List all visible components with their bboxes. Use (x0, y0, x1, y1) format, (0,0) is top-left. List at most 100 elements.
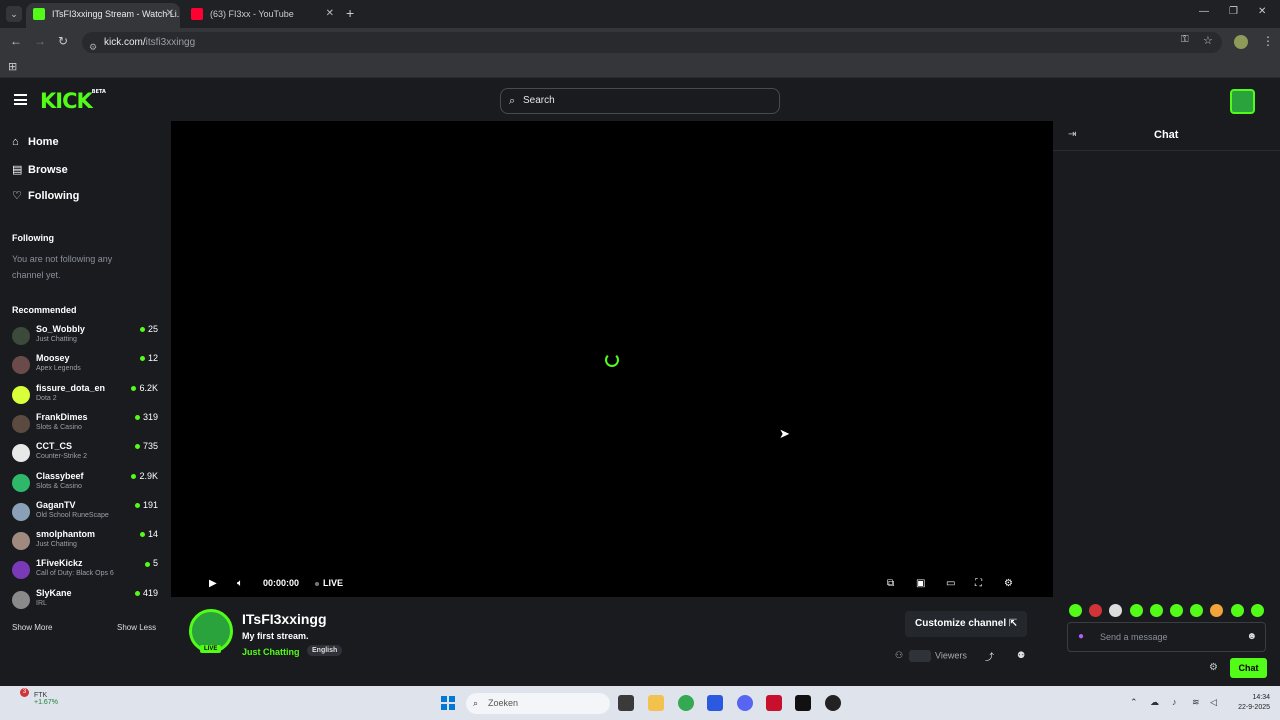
channel-avatar (12, 414, 30, 433)
browser-menu-icon[interactable]: ⋮ (1262, 34, 1274, 48)
app-icon[interactable] (707, 695, 723, 711)
recommended-channel[interactable]: smolphantom Just Chatting 14 (12, 529, 162, 555)
cloud-icon[interactable]: ☁ (1150, 697, 1159, 708)
forward-icon[interactable]: → (34, 34, 46, 48)
settings-gear-icon[interactable]: ⚙ (1004, 578, 1013, 589)
chat-message-input[interactable]: ● Send a message ☻ (1067, 622, 1266, 652)
sidebar-item-home[interactable]: ⌂ Home (12, 136, 59, 148)
sidebar-item-browse[interactable]: ▤ Browse (12, 163, 68, 176)
app-red-icon[interactable] (766, 695, 782, 711)
emote-icon[interactable] (1089, 604, 1103, 617)
channel-name[interactable]: ITsFI3xxingg (242, 611, 327, 627)
miniplayer-icon[interactable]: ⧉ (887, 578, 894, 589)
emote-icon[interactable] (1230, 604, 1244, 617)
video-player[interactable]: ➤ ▶ 🔈︎ 00:00:00 LIVE ⧉ ▣ ▭ ⛶ ⚙ (171, 121, 1053, 597)
microphone-tray-icon[interactable]: ♪ (1172, 697, 1177, 707)
profile-avatar[interactable] (1234, 35, 1248, 49)
chat-collapse-icon[interactable]: ⇥ (1068, 129, 1076, 140)
channel-avatar (12, 356, 30, 375)
recommended-channel[interactable]: GaganTV Old School RuneScape 191 (12, 500, 162, 526)
stream-category-link[interactable]: Just Chatting (242, 647, 300, 657)
wifi-icon[interactable]: ≋ (1192, 697, 1200, 708)
tab-close-icon[interactable]: ✕ (166, 3, 174, 25)
follow-user-icon[interactable]: ⚉ (1017, 650, 1025, 661)
recommended-channel[interactable]: 1FiveKickz Call of Duty: Black Ops 6 5 (12, 558, 162, 584)
customize-channel-button[interactable]: Customize channel ⇱ (905, 611, 1028, 637)
bookmark-star-icon[interactable]: ☆ (1203, 34, 1213, 47)
apps-grid-icon[interactable]: ⊞ (8, 60, 17, 73)
emote-icon[interactable] (1149, 604, 1163, 617)
tab-label: (63) FI3xx - YouTube (210, 9, 294, 19)
obs-icon[interactable] (825, 695, 841, 711)
share-icon[interactable]: ⤴ (985, 650, 994, 663)
emote-icon[interactable] (1190, 604, 1204, 617)
emote-icon[interactable] (1250, 604, 1264, 617)
external-link-icon: ⇱ (1008, 618, 1018, 629)
microphone-icon[interactable]: ● (1078, 623, 1084, 651)
back-icon[interactable]: ← (10, 34, 22, 48)
tab-close-icon[interactable]: ✕ (326, 3, 334, 25)
channel-name: Classybeef (36, 470, 84, 481)
speaker-icon[interactable]: ◁ (1210, 697, 1217, 708)
fullscreen-icon[interactable]: ⛶ (975, 578, 982, 589)
stock-widget[interactable]: 3 FTK +1.67% (14, 688, 58, 706)
heart-icon: ♡ (12, 190, 22, 202)
play-icon[interactable]: ▶ (209, 578, 217, 589)
taskbar-search-input[interactable]: ⌕ Zoeken (466, 693, 610, 714)
emote-icon[interactable] (1170, 604, 1183, 617)
tab-kick-stream[interactable]: ITsFI3xxingg Stream - Watch Li... ✕ (26, 3, 180, 28)
show-less-link[interactable]: Show Less (117, 623, 156, 632)
tray-chevron-icon[interactable]: ⌃ (1130, 697, 1138, 708)
volume-icon[interactable]: 🔈︎ (237, 578, 243, 589)
theater-mode-icon[interactable]: ▭ (946, 578, 955, 589)
emoji-icon[interactable]: ☻ (1246, 623, 1257, 651)
tab-youtube[interactable]: (63) FI3xx - YouTube ✕ (184, 3, 340, 28)
url-input[interactable]: ⚙ kick.com/itsfi3xxingg (82, 32, 1222, 53)
chrome-icon[interactable] (678, 695, 694, 711)
site-info-icon[interactable]: ⚙ (89, 37, 97, 58)
channel-avatar (12, 385, 30, 404)
recommended-channel[interactable]: fissure_dota_en Dota 2 6.2K (12, 383, 162, 409)
new-tab-button[interactable]: + (346, 5, 354, 21)
show-more-link[interactable]: Show More (12, 623, 52, 632)
channel-category: IRL (36, 599, 47, 607)
file-explorer-icon[interactable] (648, 695, 664, 711)
user-avatar[interactable] (1230, 89, 1255, 114)
minimize-icon[interactable]: — (1199, 6, 1209, 17)
recommended-channel[interactable]: Moosey Apex Legends 12 (12, 353, 162, 379)
loading-spinner-icon (605, 353, 619, 367)
chat-send-button[interactable]: Chat (1230, 658, 1267, 678)
capcut-icon[interactable] (795, 695, 811, 711)
browser-tab-bar: ⌄ ITsFI3xxingg Stream - Watch Li... ✕ (6… (0, 0, 1280, 28)
recommended-channel[interactable]: Classybeef Slots & Casino 2.9K (12, 471, 162, 497)
task-view-icon[interactable] (618, 695, 634, 711)
recommended-channel[interactable]: CCT_CS Counter-Strike 2 735 (12, 441, 162, 467)
language-badge[interactable]: English (307, 645, 343, 656)
clip-icon[interactable]: ▣ (916, 578, 925, 589)
system-clock[interactable]: 14:34 22-9-2025 (1226, 693, 1270, 713)
recommended-channel[interactable]: SlyKane IRL 419 (12, 588, 162, 614)
recommended-channel[interactable]: FrankDimes Slots & Casino 319 (12, 412, 162, 438)
reload-icon[interactable]: ↻ (58, 34, 68, 48)
recommended-channel[interactable]: So_Wobbly Just Chatting 25 (12, 324, 162, 350)
emote-bar (1069, 604, 1269, 618)
emote-icon[interactable] (1069, 604, 1082, 617)
channel-category: Slots & Casino (36, 482, 82, 490)
menu-hamburger-icon[interactable] (14, 94, 27, 105)
live-dot-icon (131, 473, 137, 479)
viewer-count: 2.9K (131, 471, 158, 481)
chat-settings-icon[interactable]: ⚙ (1209, 662, 1218, 673)
password-key-icon[interactable]: ⚿ (1181, 34, 1189, 45)
search-input[interactable]: ⌕ Search (500, 88, 780, 114)
tab-search-icon[interactable]: ⌄ (6, 6, 22, 22)
kick-logo[interactable]: KICKBETA (40, 89, 106, 113)
emote-icon[interactable] (1210, 604, 1224, 617)
sidebar-item-following[interactable]: ♡ Following (12, 189, 79, 202)
channel-avatar (12, 327, 30, 345)
emote-icon[interactable] (1129, 604, 1143, 617)
emote-icon[interactable] (1109, 604, 1123, 617)
maximize-icon[interactable]: ❐ (1229, 6, 1238, 17)
discord-icon[interactable] (737, 695, 753, 711)
close-window-icon[interactable]: ✕ (1258, 6, 1266, 17)
windows-start-icon[interactable] (441, 696, 455, 710)
